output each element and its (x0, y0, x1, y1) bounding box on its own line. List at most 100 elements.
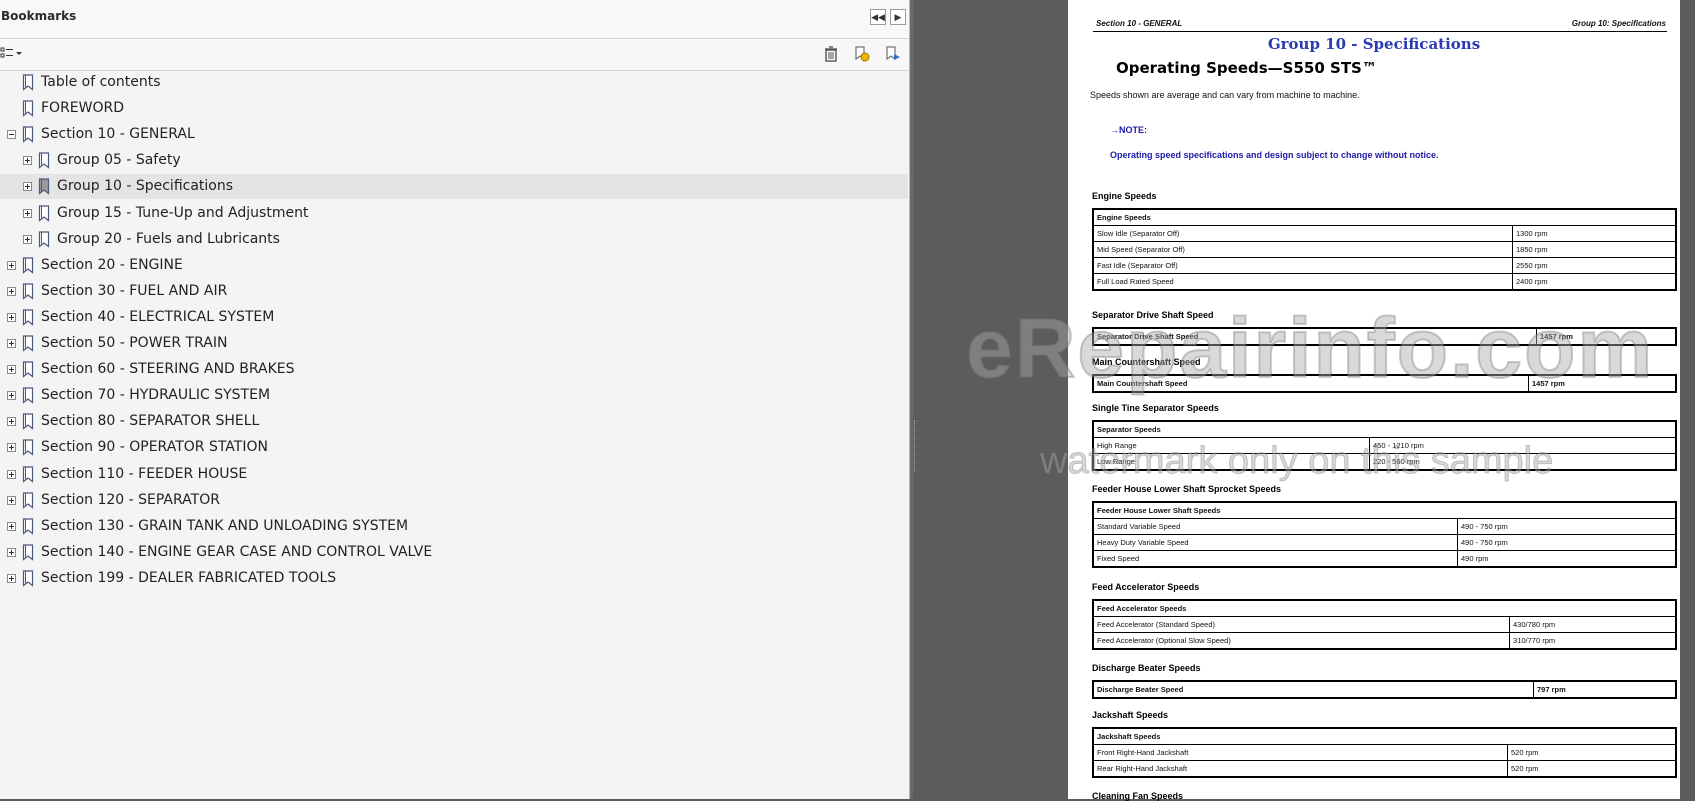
bookmark-label: Section 50 - POWER TRAIN (41, 335, 228, 351)
bookmark-item[interactable]: Section 130 - GRAIN TANK AND UNLOADING S… (0, 514, 908, 539)
bookmark-item[interactable]: Group 15 - Tune-Up and Adjustment (0, 201, 908, 226)
expand-icon[interactable] (23, 208, 32, 218)
spec-name-cell: Heavy Duty Variable Speed (1092, 534, 1458, 551)
table-row: Standard Variable Speed 490 - 750 rpm (1092, 518, 1677, 535)
bookmark-label: Section 120 - SEPARATOR (41, 491, 220, 508)
page-header-right: Group 10: Specifications (1571, 19, 1666, 28)
bookmark-label: Section 60 - STEERING AND BRAKES (41, 361, 295, 378)
group-title-link[interactable]: Group 10 - Specifications (1068, 35, 1680, 53)
bookmark-label: Group 05 - Safety (57, 152, 181, 169)
expand-icon[interactable] (23, 182, 32, 192)
table-title: Feeder House Lower Shaft Speeds (1092, 501, 1677, 519)
spec-value-cell: 2400 rpm (1512, 273, 1677, 291)
expand-current-bookmark-icon[interactable] (884, 45, 902, 63)
bookmark-item[interactable]: Section 120 - SEPARATOR (0, 488, 908, 513)
bookmark-icon (22, 518, 34, 535)
bookmark-label: Section 10 - GENERAL (41, 126, 195, 143)
note-text: Operating speed specifications and desig… (1110, 150, 1439, 160)
spec-value-cell: 520 rpm (1507, 760, 1677, 778)
bookmark-item[interactable]: Section 50 - POWER TRAIN (0, 331, 908, 356)
section-heading: Single Tine Separator Speeds (1092, 403, 1219, 413)
bookmark-icon (38, 152, 50, 170)
header-rule (1093, 31, 1667, 32)
double-chevron-left-icon[interactable]: ◀◀ (870, 9, 886, 25)
bookmark-item[interactable]: Section 90 - OPERATOR STATION (0, 435, 908, 460)
new-bookmark-icon[interactable] (853, 45, 871, 63)
watermark-domain: eRepairinfo.com (965, 300, 1655, 396)
bookmark-item[interactable]: Section 30 - FUEL AND AIR (0, 279, 908, 304)
section-heading: Cleaning Fan Speeds (1092, 791, 1184, 801)
bookmark-icon (22, 387, 34, 404)
table-row: Front Right-Hand Jackshaft 520 rpm (1092, 744, 1677, 761)
collapse-icon[interactable] (7, 130, 16, 140)
expand-icon[interactable] (7, 521, 16, 531)
bookmark-item[interactable]: Section 40 - ELECTRICAL SYSTEM (0, 305, 908, 330)
spec-name-cell: Discharge Beater Speed (1092, 680, 1534, 699)
bookmark-icon (22, 491, 34, 509)
bookmark-item[interactable]: Section 70 - HYDRAULIC SYSTEM (0, 383, 908, 408)
spec-table: Feed Accelerator Speeds Feed Accelerator … (1092, 599, 1677, 650)
spec-value-cell: 520 rpm (1507, 744, 1677, 761)
bookmark-item[interactable]: Section 110 - FEEDER HOUSE (0, 462, 908, 487)
panel-splitter[interactable] (910, 0, 913, 799)
bookmark-item[interactable]: Section 140 - ENGINE GEAR CASE AND CONTR… (0, 540, 908, 565)
table-row: Feed Accelerator (Standard Speed) 430/780… (1092, 616, 1677, 633)
section-heading: Jackshaft Speeds (1092, 710, 1169, 720)
bookmark-icon (22, 283, 34, 300)
spec-name-cell: Feed Accelerator (Standard Speed) (1092, 616, 1510, 633)
expand-icon[interactable] (7, 417, 16, 427)
bookmark-icon (22, 335, 34, 352)
spec-name-cell: Fast Idle (Separator Off) (1092, 257, 1513, 274)
bookmark-icon (22, 413, 34, 431)
chevron-right-icon[interactable]: ▶ (890, 9, 906, 25)
bookmark-item[interactable]: FOREWORD (0, 96, 908, 121)
expand-icon[interactable] (7, 365, 16, 375)
spec-table: Jackshaft Speeds Front Right-Hand Jacksha… (1092, 727, 1677, 778)
expand-icon[interactable] (7, 547, 16, 557)
bookmark-label: Section 30 - FUEL AND AIR (41, 282, 228, 299)
bookmark-item[interactable]: Group 05 - Safety (0, 148, 908, 173)
bookmark-item[interactable]: Group 20 - Fuels and Lubricants (0, 227, 908, 252)
bookmark-item[interactable]: Section 60 - STEERING AND BRAKES (0, 357, 908, 382)
expand-icon[interactable] (7, 339, 16, 348)
spec-value-cell: 430/780 rpm (1509, 616, 1677, 633)
spec-name-cell: Front Right-Hand Jackshaft (1092, 744, 1508, 761)
splitter-grip[interactable] (914, 420, 917, 472)
expand-icon[interactable] (7, 495, 16, 505)
spec-name-cell: Mid Speed (Separator Off) (1092, 241, 1513, 258)
spec-value-cell: 2550 rpm (1512, 257, 1677, 274)
expand-icon[interactable] (23, 156, 32, 166)
bookmark-icon (22, 126, 34, 143)
bookmark-item[interactable]: Section 20 - ENGINE (0, 253, 908, 278)
expand-icon[interactable] (7, 469, 16, 479)
expand-icon[interactable] (7, 573, 16, 583)
page-title: Operating Speeds—S550 STS™ (1116, 59, 1377, 77)
panel-header: Bookmarks ◀◀ ▶ (0, 0, 909, 38)
expand-icon[interactable] (7, 286, 16, 296)
bookmark-label: Section 40 - ELECTRICAL SYSTEM (41, 308, 275, 325)
expand-icon[interactable] (7, 443, 16, 453)
expand-icon[interactable] (7, 312, 16, 322)
spec-name-cell: Full Load Rated Speed (1092, 273, 1513, 291)
options-menu-icon[interactable] (0, 45, 24, 63)
expand-icon[interactable] (23, 234, 32, 244)
bookmark-item[interactable]: Group 10 - Specifications (0, 174, 908, 200)
expand-icon[interactable] (7, 391, 16, 401)
expand-icon[interactable] (7, 260, 16, 270)
spec-table: Engine Speeds Slow Idle (Separator Off) 13… (1092, 208, 1677, 291)
bookmark-icon (22, 74, 34, 91)
panel-title: Bookmarks (1, 9, 77, 23)
bookmark-item[interactable]: Table of contents (0, 70, 908, 95)
spec-table: Discharge Beater Speed 797 rpm (1092, 680, 1677, 699)
trash-icon[interactable] (822, 45, 840, 63)
bookmark-icon (22, 465, 34, 483)
table-title: Separator Speeds (1092, 420, 1677, 438)
bookmark-label: Section 140 - ENGINE GEAR CASE AND CONTR… (41, 543, 433, 560)
bookmark-item[interactable]: Section 199 - DEALER FABRICATED TOOLS (0, 566, 908, 591)
bookmark-item[interactable]: Section 10 - GENERAL (0, 122, 908, 147)
table-row: Mid Speed (Separator Off) 1850 rpm (1092, 241, 1677, 258)
section-heading: Engine Speeds (1092, 191, 1157, 201)
intro-text: Speeds shown are average and can vary fr… (1090, 90, 1360, 100)
bookmark-item[interactable]: Section 80 - SEPARATOR SHELL (0, 409, 908, 434)
bookmark-icon (22, 439, 34, 457)
